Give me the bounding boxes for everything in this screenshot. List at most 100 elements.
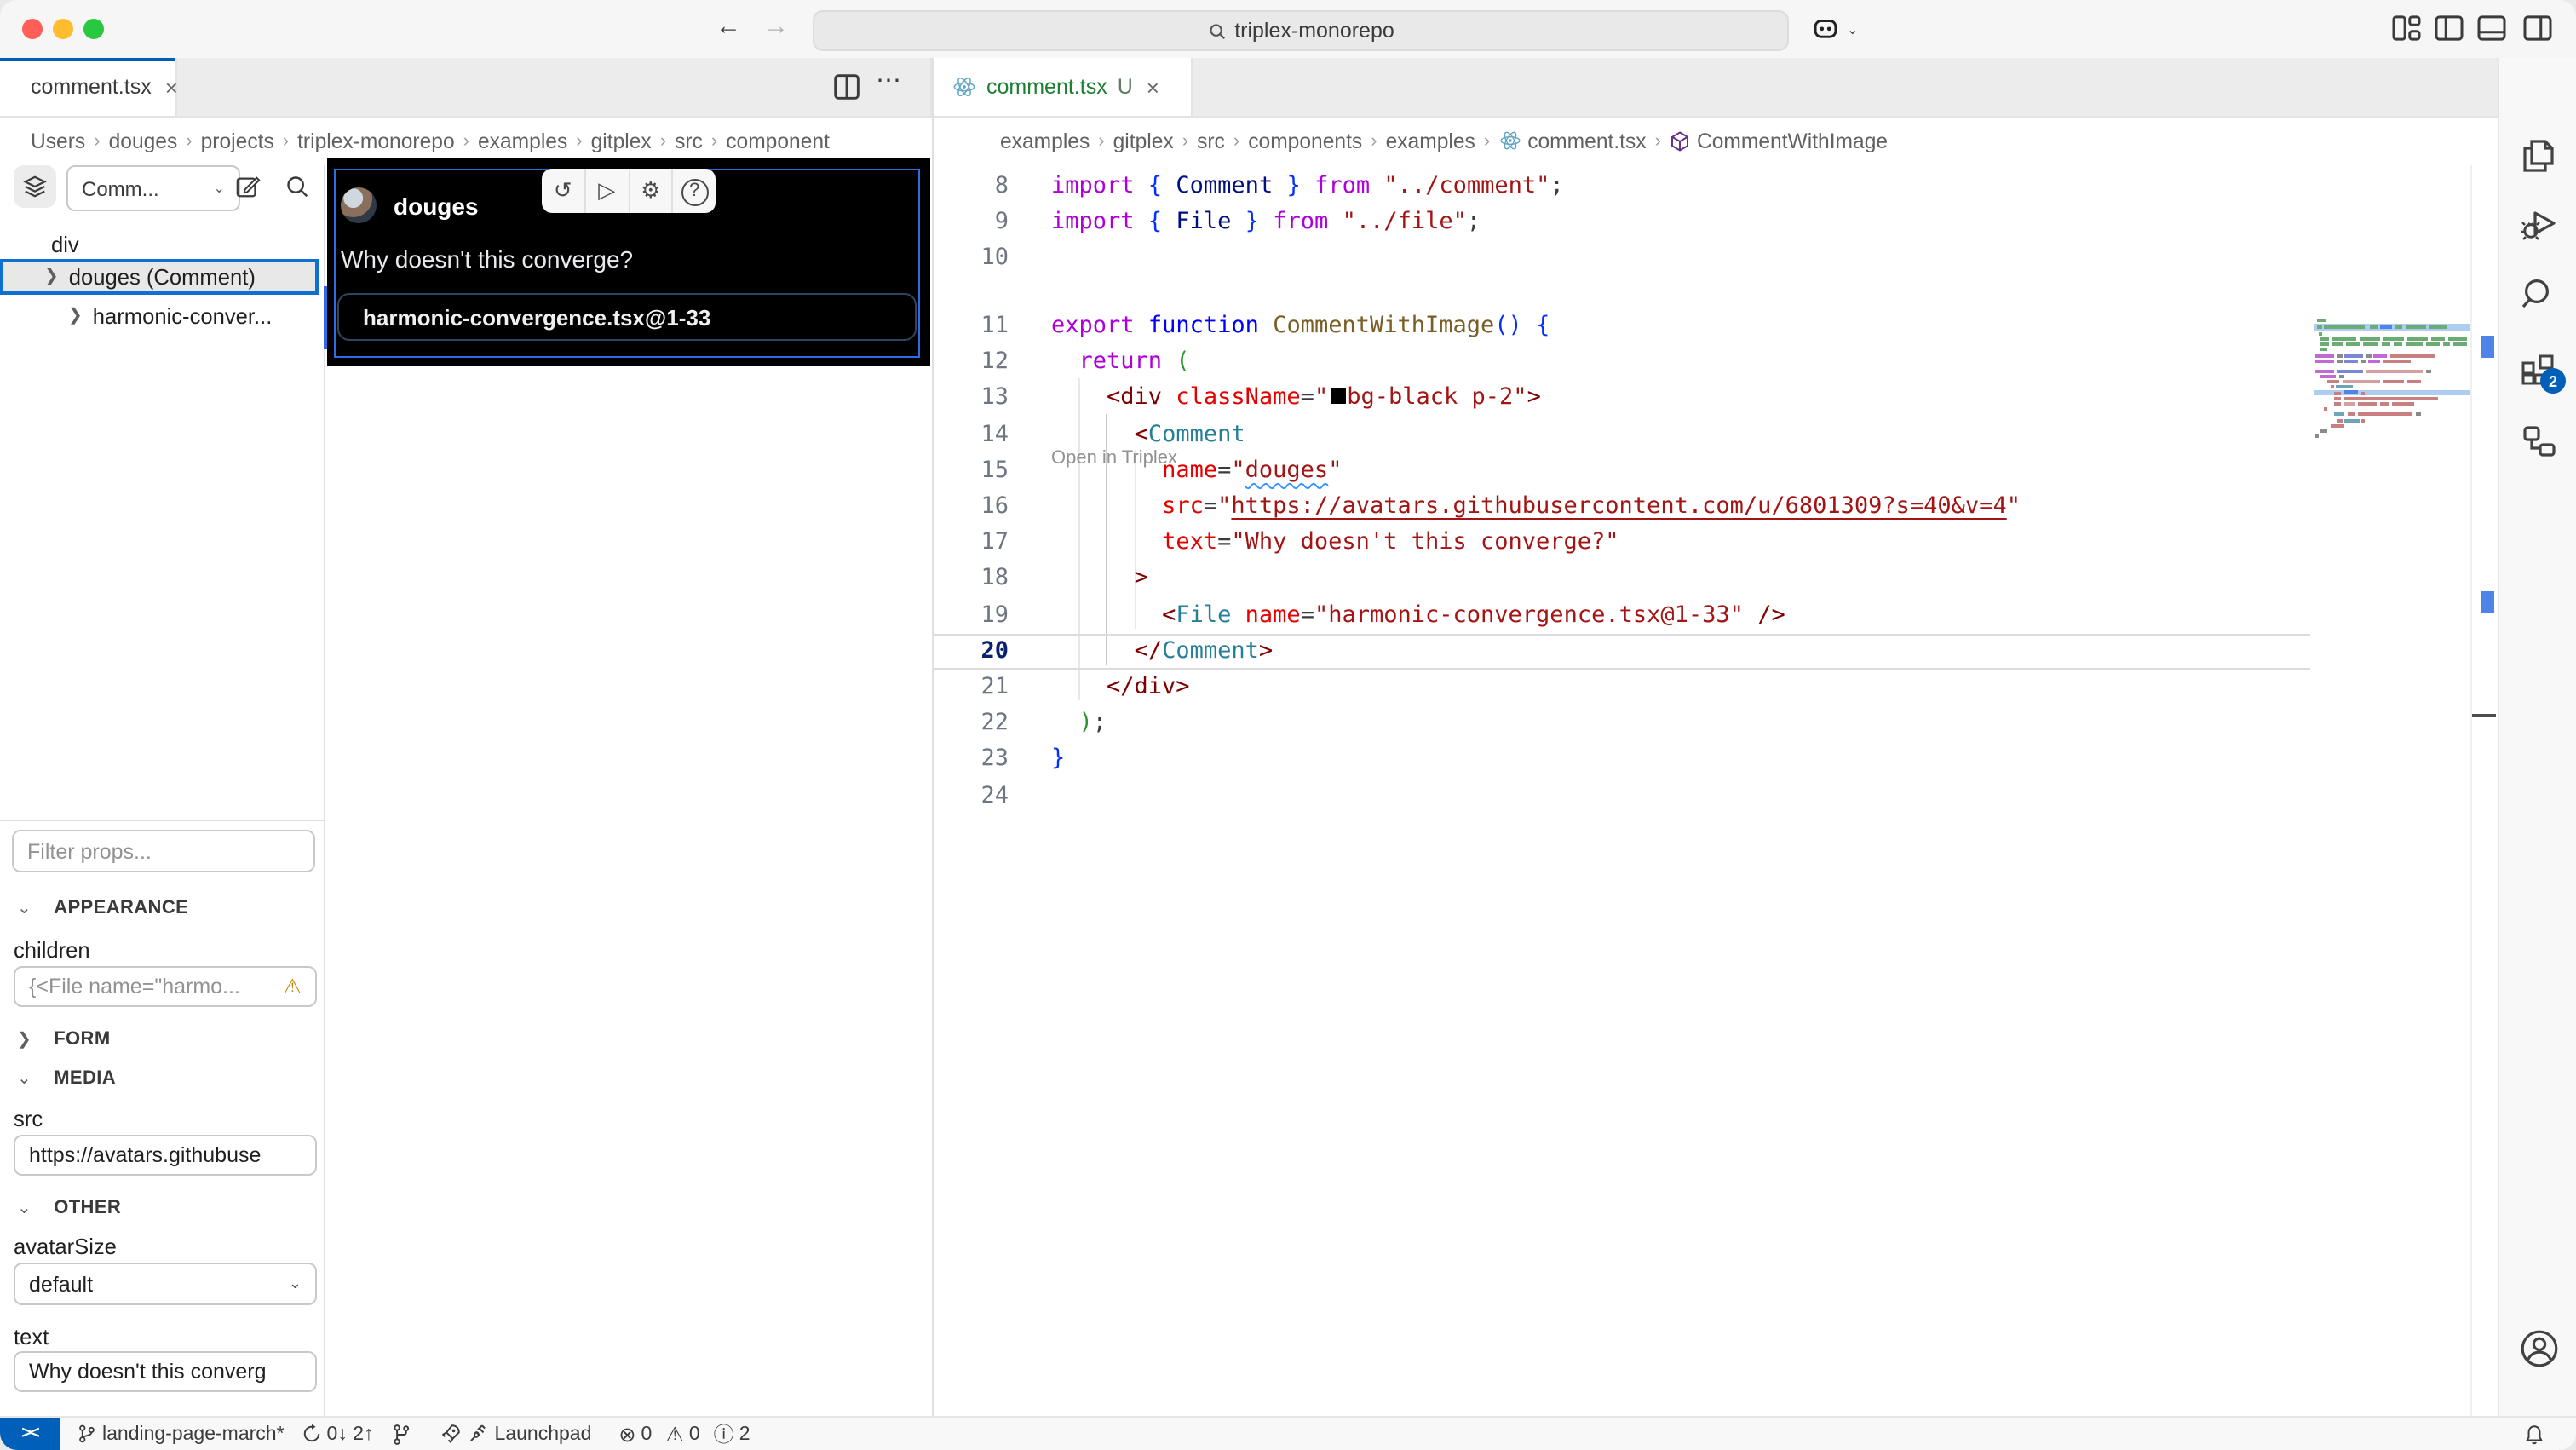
remote-indicator[interactable]: >< xyxy=(0,1417,60,1450)
preview-canvas[interactable]: douges ↺ ▷ ⚙ ? Why doesn't this converge… xyxy=(327,158,930,366)
line-number: 23 xyxy=(980,745,1009,773)
section-form[interactable]: ❯ FORM xyxy=(17,1029,111,1050)
close-window-button[interactable] xyxy=(22,19,43,39)
code-line[interactable]: 20 </Comment> xyxy=(934,634,1273,670)
launchpad-item[interactable]: Launchpad xyxy=(440,1423,591,1445)
toggle-sidebar-icon[interactable] xyxy=(2435,15,2464,41)
more-actions-icon[interactable]: ⋯ xyxy=(876,65,903,95)
line-number: 14 xyxy=(980,420,1009,448)
account-icon[interactable] xyxy=(2518,1327,2559,1368)
code-line[interactable]: 21 </div> xyxy=(934,670,1189,705)
tree-item-child[interactable]: ❯ harmonic-conver... xyxy=(0,298,325,332)
code-line[interactable]: 15 name="douges" xyxy=(934,453,1342,489)
file-attachment-chip[interactable]: harmonic-convergence.tsx@1-33 xyxy=(337,293,917,341)
filter-props-input[interactable]: Filter props... xyxy=(12,830,315,872)
split-editor-icon[interactable] xyxy=(833,73,860,101)
breadcrumb-item[interactable]: douges xyxy=(109,129,178,152)
layers-button[interactable] xyxy=(14,165,56,208)
explorer-icon[interactable] xyxy=(2518,135,2559,175)
code-line[interactable]: 22 ); xyxy=(934,705,1107,741)
search-scene-button[interactable] xyxy=(279,165,313,208)
chevron-down-icon: ⌄ xyxy=(17,899,32,918)
breadcrumb-file[interactable]: comment.tsx xyxy=(1527,129,1646,152)
forward-arrow-icon[interactable]: → xyxy=(763,12,789,41)
breadcrumb-separator: › xyxy=(1483,130,1491,151)
breadcrumb-item[interactable]: gitplex xyxy=(591,129,652,152)
settings-gear-icon[interactable]: ⚙ xyxy=(628,169,672,213)
code-line[interactable]: 14 <Comment xyxy=(934,417,1245,452)
copilot-icon[interactable] xyxy=(1811,14,1840,43)
section-media[interactable]: ⌄ MEDIA xyxy=(17,1068,116,1089)
play-icon[interactable]: ▷ xyxy=(584,169,629,213)
tree-item-div[interactable]: div xyxy=(51,228,79,259)
code-line[interactable]: 13 <div className=" bg-black p-2"> xyxy=(934,381,1540,417)
triplex-scene-icon[interactable] xyxy=(2518,421,2559,462)
breadcrumb-item[interactable]: components xyxy=(1248,129,1362,152)
breadcrumb-item[interactable]: projects xyxy=(201,129,274,152)
src-input[interactable]: https://avatars.githubuse xyxy=(14,1135,317,1176)
minimap-line xyxy=(2344,360,2358,364)
overview-ruler[interactable] xyxy=(2470,165,2499,1416)
avatar-size-select[interactable]: default ⌄ xyxy=(14,1263,317,1305)
breadcrumb-item[interactable]: examples xyxy=(1386,129,1475,152)
section-appearance[interactable]: ⌄ APPEARANCE xyxy=(17,898,188,918)
code-line[interactable]: 16 src="https://avatars.githubuserconten… xyxy=(934,489,2021,525)
toggle-secondary-sidebar-icon[interactable] xyxy=(2523,15,2552,41)
run-debug-icon[interactable] xyxy=(2518,204,2559,245)
minimap-line xyxy=(2370,325,2378,330)
breadcrumb-item[interactable]: component xyxy=(726,129,830,152)
notifications-bell-icon[interactable] xyxy=(2523,1422,2545,1446)
extensions-icon[interactable]: 2 xyxy=(2518,348,2566,394)
diagnostics-item[interactable]: ⊗ 0 ⚠ 0 ⓘ 2 xyxy=(618,1419,750,1448)
toggle-panel-icon[interactable] xyxy=(2477,15,2506,41)
rocket-icon xyxy=(442,1424,461,1443)
error-icon: ⊗ xyxy=(618,1422,636,1446)
git-graph-icon[interactable] xyxy=(391,1422,413,1446)
breadcrumb-item[interactable]: triplex-monorepo xyxy=(297,129,455,152)
edit-component-button[interactable] xyxy=(230,165,264,208)
tab-comment-tsx-left[interactable]: comment.tsx × xyxy=(0,58,178,116)
minimap-line xyxy=(2407,337,2428,341)
help-icon[interactable]: ? xyxy=(671,169,716,213)
customize-layout-icon[interactable] xyxy=(2392,15,2421,41)
breadcrumb-item[interactable]: src xyxy=(1197,129,1225,152)
children-input[interactable]: {<File name="harmo... ⚠ xyxy=(14,966,317,1007)
command-center-search[interactable]: triplex-monorepo xyxy=(813,10,1789,51)
scrollbar-dash[interactable] xyxy=(2472,713,2496,718)
code-line[interactable]: 10 xyxy=(934,241,1051,277)
panel-drag-indicator[interactable] xyxy=(323,286,327,349)
code-line[interactable]: 9 import { File } from "../file"; xyxy=(934,204,1481,240)
close-icon[interactable]: × xyxy=(1147,74,1159,100)
breadcrumb-item[interactable]: src xyxy=(675,129,703,152)
minimize-window-button[interactable] xyxy=(53,19,73,39)
code-line[interactable]: 23} xyxy=(934,742,1065,778)
back-arrow-icon[interactable]: ← xyxy=(716,12,741,41)
tab-comment-tsx-editor[interactable]: comment.tsx U × xyxy=(930,58,1193,116)
code-line[interactable]: 11 export function CommentWithImage() { xyxy=(934,308,1550,344)
breadcrumb-symbol[interactable]: CommentWithImage xyxy=(1697,129,1888,152)
code-line[interactable]: 18 > xyxy=(934,561,1147,597)
breadcrumb-item[interactable]: gitplex xyxy=(1113,129,1174,152)
code-line[interactable]: 24 xyxy=(934,778,1051,814)
code-line[interactable]: 19 <File name="harmonic-convergence.tsx@… xyxy=(934,597,1785,633)
minimap[interactable] xyxy=(2314,165,2470,1416)
maximize-window-button[interactable] xyxy=(83,19,104,39)
search-icon[interactable] xyxy=(2518,274,2559,315)
undo-icon[interactable]: ↺ xyxy=(542,169,584,213)
code-editor[interactable]: Open in Triplex 8 import { Comment } from… xyxy=(934,165,2499,1416)
close-icon[interactable]: × xyxy=(165,74,178,100)
code-line[interactable]: 12 return ( xyxy=(934,344,1189,380)
git-branch-item[interactable]: landing-page-march* xyxy=(77,1423,285,1445)
code-line[interactable]: 17 text="Why doesn't this converge?" xyxy=(934,525,1619,561)
code-line[interactable]: 8 import { Comment } from "../comment"; xyxy=(934,169,1564,204)
breadcrumb-editor[interactable]: examples › gitplex › src › components › examples… xyxy=(1000,116,2482,165)
breadcrumb-item[interactable]: examples xyxy=(478,129,567,152)
breadcrumb-item[interactable]: Users xyxy=(31,129,85,152)
tree-item-selected[interactable]: ❯ douges (Comment) xyxy=(0,259,319,295)
component-selector[interactable]: Comm... ⌄ xyxy=(66,165,240,211)
breadcrumb-item[interactable]: examples xyxy=(1000,129,1090,152)
git-sync-item[interactable]: 0↓ 2↑ xyxy=(302,1423,374,1445)
section-other[interactable]: ⌄ OTHER xyxy=(17,1198,121,1218)
chevron-down-icon[interactable]: ⌄ xyxy=(1847,22,1858,37)
text-input[interactable]: Why doesn't this converg xyxy=(14,1351,317,1392)
